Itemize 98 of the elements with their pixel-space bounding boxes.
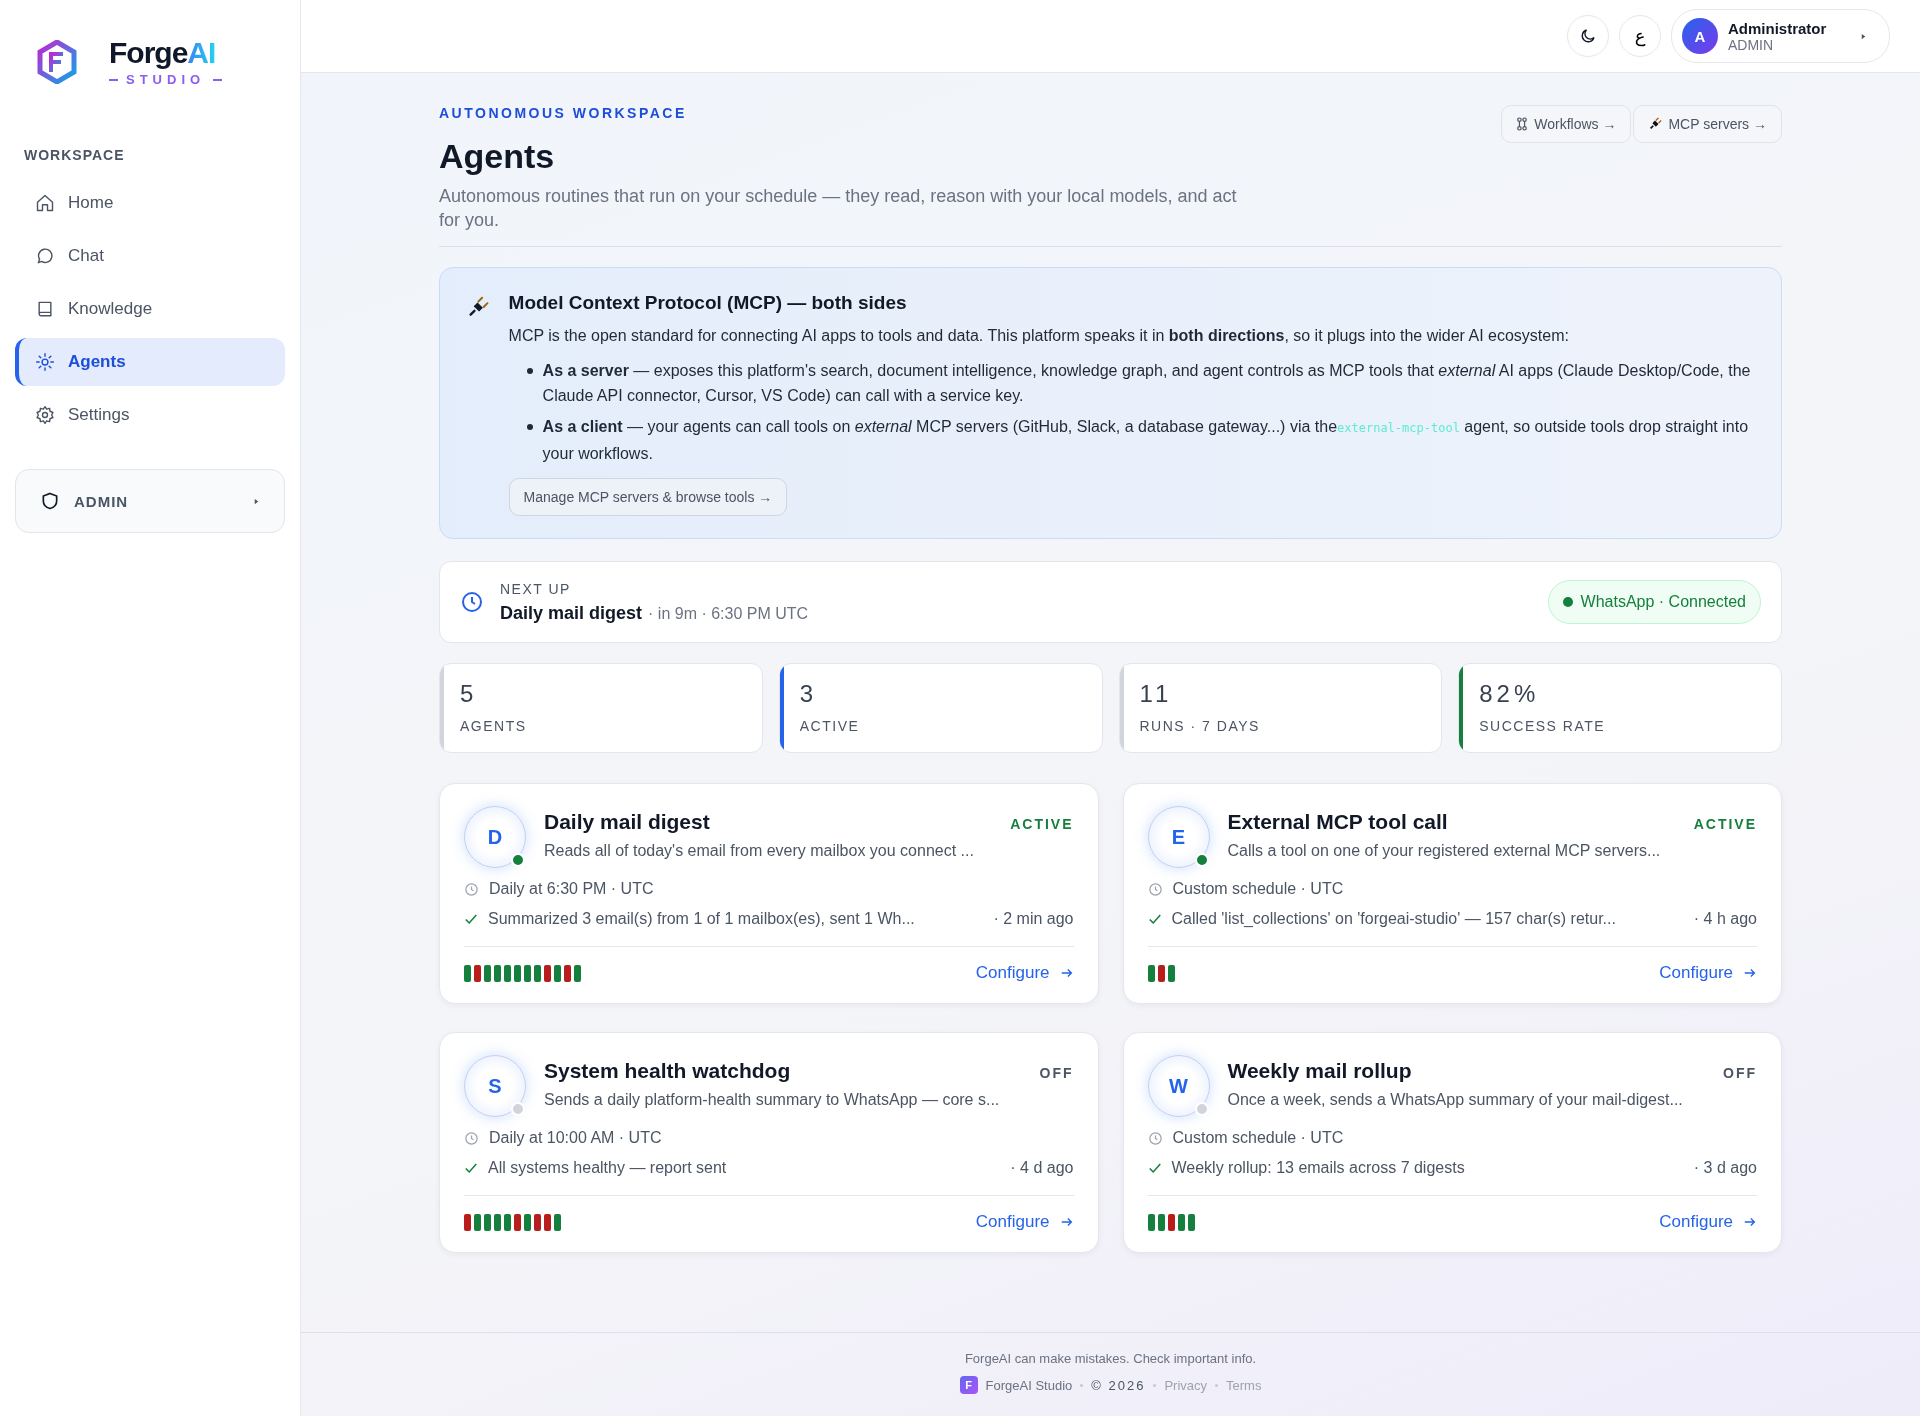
shield-icon	[40, 491, 60, 511]
caret-icon	[253, 497, 260, 505]
configure-link[interactable]: Configure	[975, 963, 1074, 983]
agent-name: System health watchdog	[544, 1059, 791, 1083]
last-run-result: Called 'list_collections' on 'forgeai-studio' — 157 char(s) retur...	[1171, 910, 1617, 928]
footer-brand: ForgeAI Studio	[985, 1377, 1073, 1393]
last-run-result: Weekly rollup: 13 emails across 7 digests	[1171, 1159, 1466, 1177]
arrow-right-icon	[1059, 1215, 1074, 1229]
home-icon	[35, 193, 55, 213]
stat-value: 82%	[1479, 680, 1541, 708]
workflow-icon	[1516, 117, 1529, 131]
bullet-text: As a client — your agents can call tools on external MCP servers (GitHub, Slack, a database gateway...) via theexternal-mcp-tool agent, so outside tools drop straight into your workflows.	[526, 414, 1757, 466]
clock-icon	[1147, 1130, 1163, 1146]
agent-name: Daily mail digest	[544, 810, 710, 834]
admin-menu[interactable]: ADMIN	[15, 469, 285, 533]
agent-schedule: Daily at 10:00 AM · UTC	[489, 1129, 662, 1147]
agent-status: ACTIVE	[1010, 816, 1074, 832]
next-run-time: · in 9m · 6:30 PM UTC	[648, 604, 809, 622]
language-button[interactable]: ع	[1619, 15, 1661, 57]
next-agent-name: Daily mail digest	[500, 602, 643, 623]
clock-icon	[1147, 881, 1163, 897]
last-run-result: Summarized 3 email(s) from 1 of 1 mailbox(es), sent 1 Wh...	[488, 910, 916, 928]
agent-avatar: E	[1147, 806, 1210, 868]
footer-copyright: © 2026	[1091, 1377, 1146, 1393]
user-role: ADMIN	[1728, 36, 1775, 53]
settings-icon	[35, 405, 55, 425]
check-icon	[1147, 1161, 1162, 1175]
brand-badge: F	[959, 1376, 978, 1394]
stat-label: AGENTS	[460, 718, 527, 734]
agent-status: OFF	[1723, 1065, 1757, 1081]
sun-icon	[35, 352, 55, 372]
sidebar-item[interactable]: Home	[15, 179, 285, 227]
sidebar-item[interactable]: Agents	[15, 338, 285, 386]
plug-icon	[1648, 117, 1663, 131]
header-link-button[interactable]: MCP servers →	[1633, 105, 1782, 143]
agent-avatar: W	[1147, 1055, 1210, 1117]
theme-toggle-button[interactable]	[1567, 15, 1609, 57]
check-icon	[1147, 912, 1162, 926]
check-icon	[464, 1161, 478, 1175]
arrow-right-icon	[1743, 966, 1757, 980]
last-run-time: · 4 d ago	[1010, 1159, 1074, 1177]
arrow-right-icon	[1059, 966, 1074, 980]
sidebar-item[interactable]: Chat	[15, 232, 285, 280]
stat-label: RUNS · 7 DAYS	[1139, 718, 1260, 734]
stat-value: 11	[1139, 680, 1174, 708]
agent-schedule: Daily at 6:30 PM · UTC	[489, 880, 654, 898]
agent-description: Calls a tool on one of your registered external MCP servers...	[1227, 842, 1662, 860]
agent-status: ACTIVE	[1693, 816, 1757, 832]
bullet-text: As a server — exposes this platform's search, document intelligence, knowledge graph, and agent controls as MCP tools that external AI apps (Claude Desktop/Code, the Claude API connector, Cursor, VS Code) can call with a service key.	[526, 358, 1757, 408]
caret-icon	[1860, 32, 1867, 40]
header-link-button[interactable]: Workflows →	[1501, 105, 1632, 143]
user-name: Administrator	[1728, 19, 1828, 37]
configure-link[interactable]: Configure	[975, 1212, 1074, 1232]
connection-status-badge: WhatsApp · Connected	[1547, 580, 1761, 624]
next-up-label: NEXT UP	[500, 580, 572, 597]
agent-name: External MCP tool call	[1227, 810, 1448, 834]
panel-text: MCP is the open standard for connecting AI apps to tools and data. This platform speaks it in both directions, so it plugs into the wider AI ecosystem:	[508, 326, 1570, 346]
book-icon	[35, 299, 55, 319]
check-icon	[464, 912, 478, 926]
user-menu[interactable]: A Administrator ADMIN	[1671, 9, 1890, 63]
clock-icon	[460, 590, 484, 614]
configure-link[interactable]: Configure	[1659, 963, 1757, 983]
logo-icon	[37, 39, 77, 84]
stat-label: SUCCESS RATE	[1479, 718, 1606, 734]
last-run-time: · 3 d ago	[1693, 1159, 1757, 1177]
sidebar-item[interactable]: Knowledge	[15, 285, 285, 333]
agent-description: Sends a daily platform-health summary to WhatsApp — core s...	[544, 1091, 1001, 1109]
agent-avatar: S	[464, 1055, 526, 1117]
agent-name: Weekly mail rollup	[1227, 1059, 1412, 1083]
agent-schedule: Custom schedule · UTC	[1172, 880, 1344, 898]
agent-avatar: D	[464, 806, 526, 868]
stat-label: ACTIVE	[799, 718, 860, 734]
stat-value: 3	[799, 680, 819, 708]
logo-wordmark: ForgeAI	[109, 36, 217, 70]
arrow-right-icon	[1743, 1215, 1757, 1229]
clock-icon	[464, 1130, 479, 1146]
logo-tagline: STUDIO	[126, 72, 206, 87]
agent-description: Once a week, sends a WhatsApp summary of your mail-digest...	[1227, 1091, 1684, 1109]
configure-link[interactable]: Configure	[1659, 1212, 1757, 1232]
clock-icon	[464, 881, 479, 897]
stat-value: 5	[460, 680, 479, 708]
sidebar-item[interactable]: Settings	[15, 391, 285, 439]
moon-icon	[1579, 27, 1597, 45]
last-run-result: All systems healthy — report sent	[488, 1159, 728, 1177]
user-avatar: A	[1682, 18, 1718, 54]
manage-mcp-button[interactable]: Manage MCP servers & browse tools →	[508, 478, 788, 516]
agent-description: Reads all of today's email from every mailbox you connect ...	[544, 842, 975, 860]
page-eyebrow: AUTONOMOUS WORKSPACE	[439, 105, 688, 121]
page-title: Agents	[439, 137, 556, 176]
section-label: WORKSPACE	[24, 147, 126, 163]
agent-schedule: Custom schedule · UTC	[1172, 1129, 1344, 1147]
agent-status: OFF	[1039, 1065, 1074, 1081]
last-run-time: · 2 min ago	[993, 910, 1074, 928]
last-run-time: · 4 h ago	[1693, 910, 1757, 928]
panel-title: Model Context Protocol (MCP) — both sides	[508, 292, 908, 314]
footer-disclaimer: ForgeAI can make mistakes. Check important info.	[964, 1351, 1257, 1366]
chat-bubble-icon	[35, 246, 55, 266]
page-subtitle: Autonomous routines that run on your schedule — they read, reason with your local models, and act for you.	[439, 185, 1238, 232]
